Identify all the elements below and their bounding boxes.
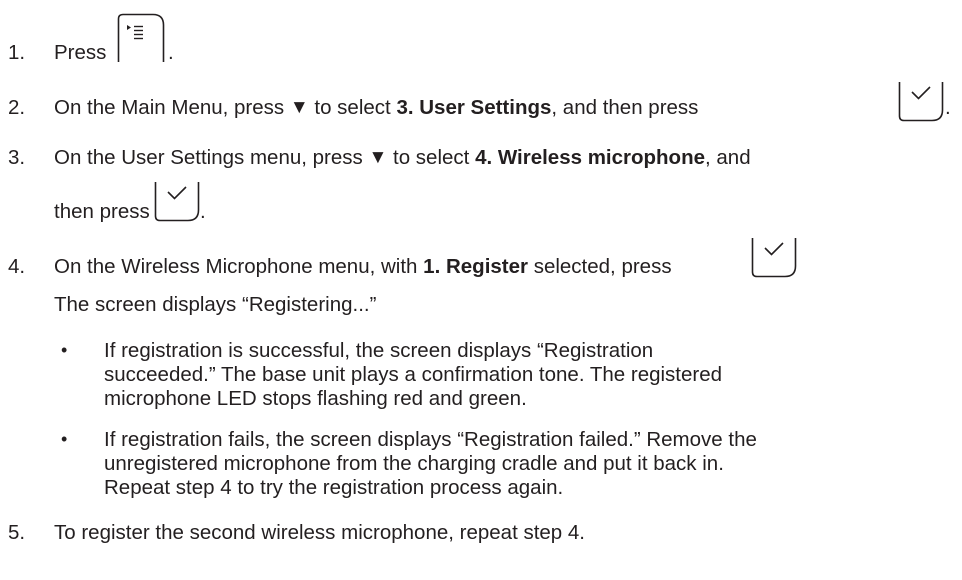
step-2-menu-item: 3. User Settings [396,96,552,119]
step-3-menu-item: 4. Wireless microphone [475,146,706,169]
step-number: 4. [8,255,26,278]
bullet-1-line-1: If registration is successful, the scree… [104,339,654,362]
step-2-text-c: , and then press [551,96,699,119]
step-2-text: On the Main Menu, press ▼ to select 3. U… [54,96,699,119]
down-arrow-icon: ▼ [289,97,309,118]
bullet-2-line-1: If registration fails, the screen displa… [104,428,757,451]
bullet-1-line-3: microphone LED stops flashing red and gr… [104,387,527,410]
bullet-2-line-2: unregistered microphone from the chargin… [104,452,724,475]
checkmark-key-icon [154,182,200,222]
step-number: 3. [8,146,26,169]
step-1-period: . [168,41,174,64]
step-2-text-a: On the Main Menu, press [54,96,285,119]
step-4-text-a: On the Wireless Microphone menu, with [54,255,418,278]
bullet-marker: • [61,340,68,360]
step-1-text: Press [54,41,107,64]
step-4-text-b: selected, press [533,255,672,278]
step-4-text: On the Wireless Microphone menu, with 1.… [54,255,672,278]
step-3-text-c: , and [705,146,751,169]
step-2-text-b: to select [314,96,391,119]
step-3-period: . [200,200,206,223]
step-4-status: The screen displays “Registering...” [54,293,377,316]
bullet-marker: • [61,429,68,449]
step-3-line-2: then press [54,200,150,223]
bullet-2-line-3: Repeat step 4 to try the registration pr… [104,476,564,499]
step-3-text: On the User Settings menu, press ▼ to se… [54,146,751,169]
down-arrow-icon: ▼ [368,147,388,168]
step-number: 5. [8,521,26,544]
step-number: 2. [8,96,26,119]
step-5-text: To register the second wireless micropho… [54,521,585,544]
step-2-period: . [945,96,951,119]
step-3-text-b: to select [393,146,470,169]
step-number: 1. [8,41,26,64]
menu-key-icon [117,13,165,62]
bullet-1-line-2: succeeded.” The base unit plays a confir… [104,363,723,386]
step-3-text-a: On the User Settings menu, press [54,146,363,169]
checkmark-key-icon [751,238,797,278]
checkmark-key-icon [898,82,944,122]
step-1-press: Press [54,41,107,64]
step-4-menu-item: 1. Register [423,255,528,278]
